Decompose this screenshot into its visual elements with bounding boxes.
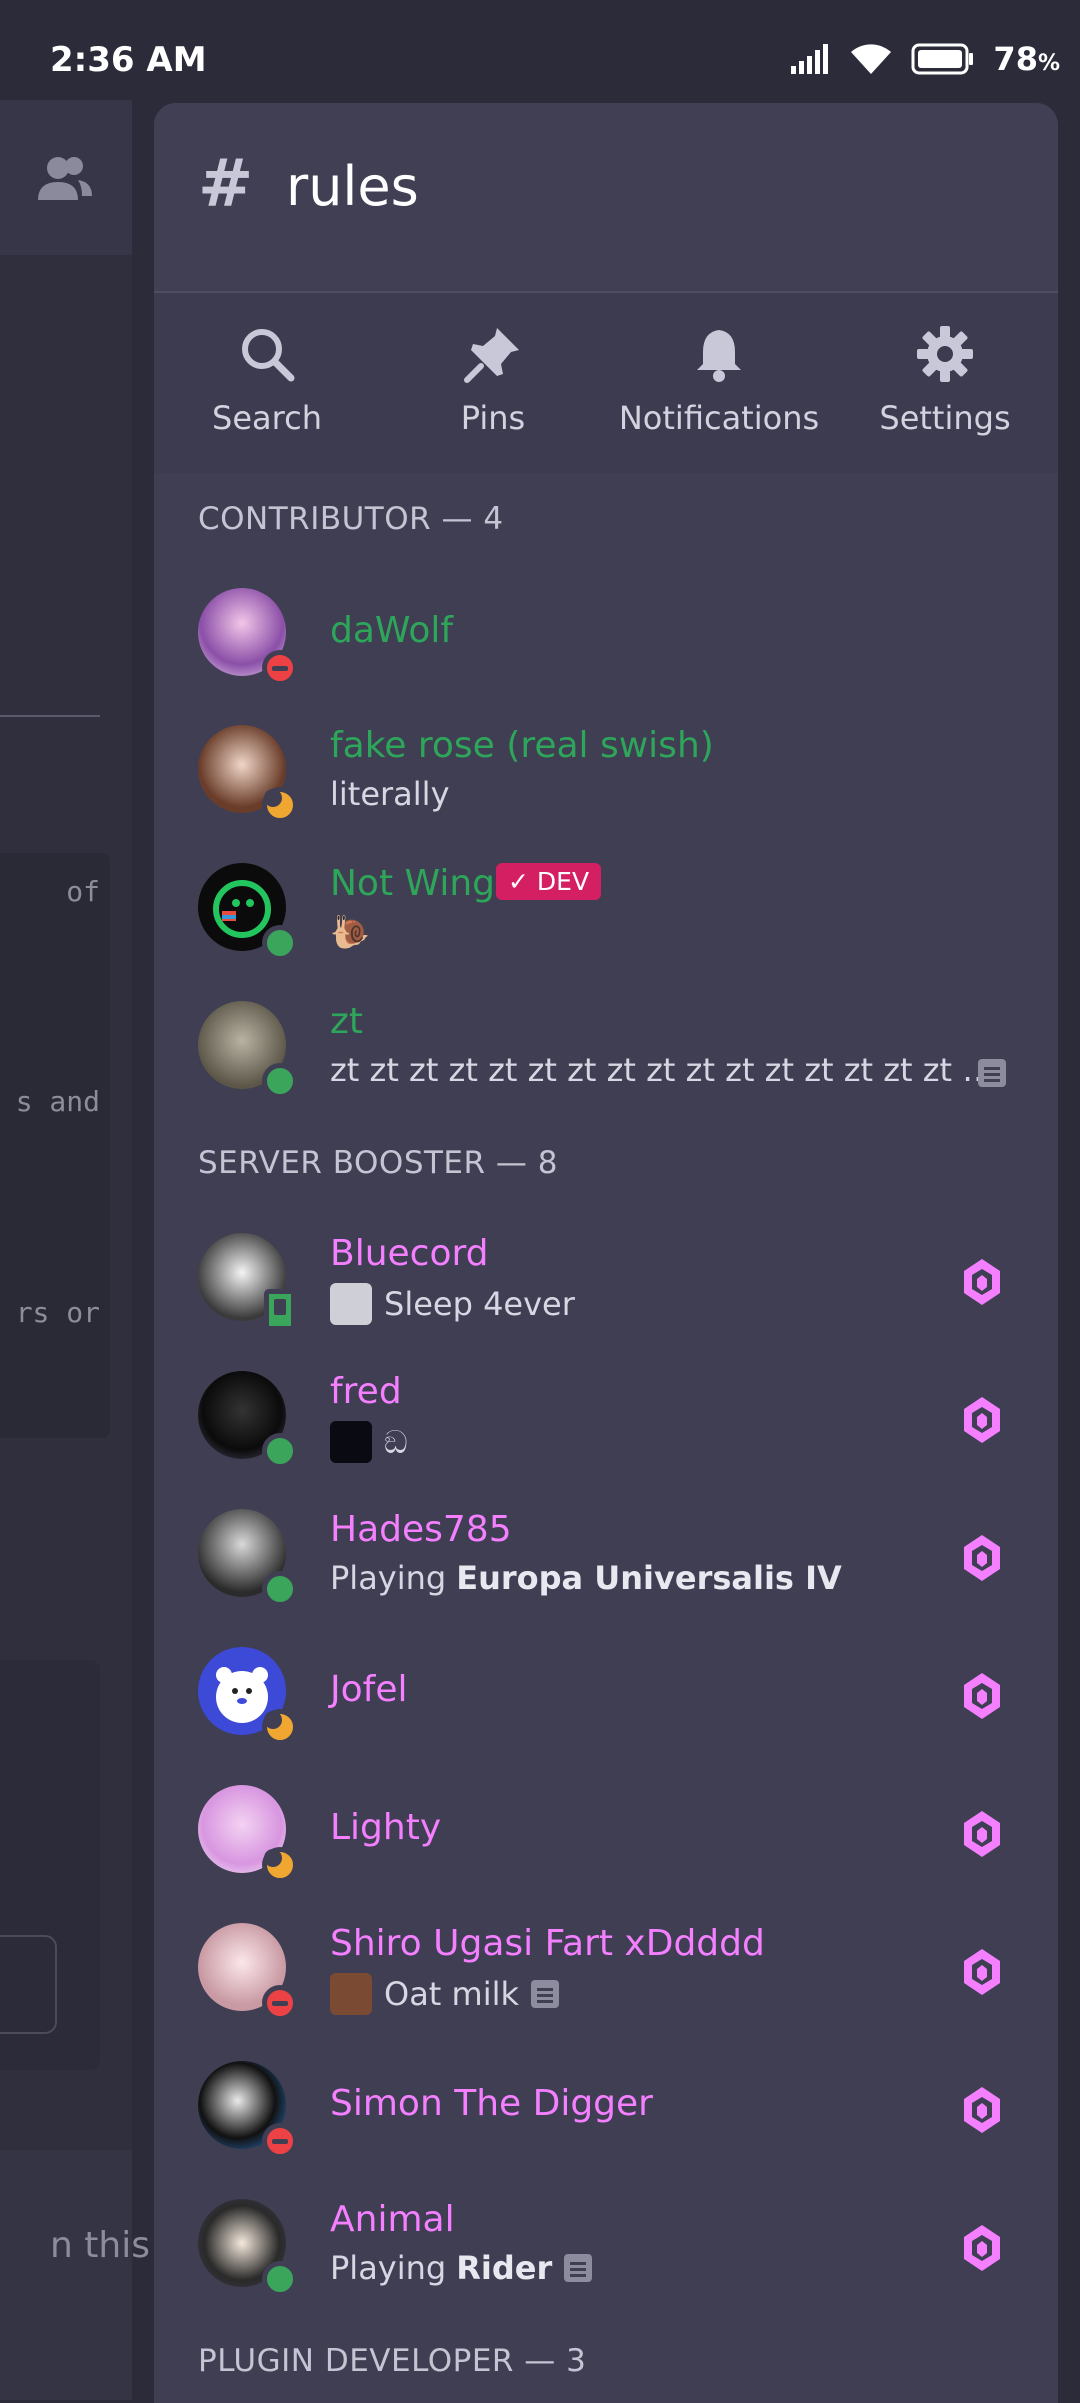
search-button[interactable]: Search <box>154 321 380 437</box>
note-icon <box>564 2254 593 2282</box>
member-row[interactable]: Lighty <box>154 1785 1058 1923</box>
member-activity: Oat milk <box>330 1973 559 2015</box>
search-icon <box>242 329 295 382</box>
gear-icon <box>917 326 973 382</box>
boost-icon <box>964 1397 1000 1443</box>
background-bottom <box>0 2150 132 2400</box>
member-name: Shiro Ugasi Fart xDdddd <box>330 1923 765 1964</box>
member-name: Bluecord <box>330 1233 489 1274</box>
background-code-block: of s and rs or <box>0 853 110 1438</box>
signal-icon <box>791 44 829 74</box>
code-line: rs or <box>15 1296 100 1329</box>
pins-button[interactable]: Pins <box>380 321 606 437</box>
member-row[interactable]: Not Wing ✓ DEV 🐌 <box>154 863 1058 1001</box>
members-icon[interactable] <box>34 150 94 210</box>
section-plugin-developer: PLUGIN DEVELOPER — 3 <box>198 2343 587 2379</box>
note-icon <box>978 1059 1006 1087</box>
notifications-label: Notifications <box>618 399 820 437</box>
member-row[interactable]: Shiro Ugasi Fart xDdddd Oat milk <box>154 1923 1058 2061</box>
search-label: Search <box>212 399 322 437</box>
member-row[interactable]: Hades785 Playing Europa Universalis IV <box>154 1509 1058 1647</box>
member-name: zt <box>330 1001 364 1042</box>
member-row[interactable]: Bluecord Sleep 4ever <box>154 1233 1058 1371</box>
battery-icon <box>911 43 974 75</box>
online-status-icon <box>262 1571 298 1607</box>
pins-label: Pins <box>460 399 526 437</box>
dnd-status-icon <box>262 650 298 686</box>
member-name: fake rose (real swish) <box>330 725 714 766</box>
member-name: fred <box>330 1371 402 1412</box>
member-name: Not Wing <box>330 863 495 904</box>
mobile-status-icon <box>264 1289 296 1331</box>
idle-status-icon <box>262 1709 298 1745</box>
section-server-booster: SERVER BOOSTER — 8 <box>198 1145 558 1181</box>
status-icons: 78% <box>791 40 1060 78</box>
settings-button[interactable]: Settings <box>832 321 1058 437</box>
activity-emoji-icon <box>330 1283 372 1325</box>
member-activity: Sleep 4ever <box>330 1283 575 1325</box>
dnd-status-icon <box>262 1985 298 2021</box>
member-row[interactable]: fake rose (real swish) literally <box>154 725 1058 863</box>
online-status-icon <box>262 1063 298 1099</box>
activity-emoji-icon <box>330 1421 372 1463</box>
member-name: Jofel <box>330 1669 408 1710</box>
boost-icon <box>964 1259 1000 1305</box>
settings-label: Settings <box>879 399 1011 437</box>
member-activity: zt zt zt zt zt zt zt zt zt zt zt zt zt z… <box>330 1051 995 1089</box>
pin-icon <box>464 328 519 383</box>
member-row[interactable]: fred ඞ <box>154 1371 1058 1509</box>
note-icon <box>531 1980 559 2008</box>
online-status-icon <box>262 1433 298 1469</box>
member-row[interactable]: daWolf <box>154 588 1058 726</box>
channel-name: rules <box>286 155 419 218</box>
boost-icon <box>964 2225 1000 2271</box>
idle-status-icon <box>262 1847 298 1883</box>
member-activity: Playing Europa Universalis IV <box>330 1559 842 1597</box>
section-contributor: CONTRIBUTOR — 4 <box>198 501 504 537</box>
code-line: s and <box>15 1085 100 1118</box>
boost-icon <box>964 1535 1000 1581</box>
member-activity: literally <box>330 775 450 813</box>
activity-emoji-icon <box>330 1973 372 2015</box>
member-name: Animal <box>330 2199 455 2240</box>
wifi-icon <box>851 44 892 74</box>
background-card-button[interactable] <box>0 1935 57 2034</box>
boost-icon <box>964 1673 1000 1719</box>
code-line: of <box>66 875 100 908</box>
member-row[interactable]: zt zt zt zt zt zt zt zt zt zt zt zt zt z… <box>154 1001 1058 1139</box>
member-name: Simon The Digger <box>330 2083 653 2124</box>
online-status-icon <box>262 2261 298 2297</box>
background-divider <box>0 715 100 717</box>
boost-icon <box>964 2087 1000 2133</box>
member-row[interactable]: Jofel <box>154 1647 1058 1785</box>
bell-icon <box>697 330 741 382</box>
idle-status-icon <box>262 787 298 823</box>
notifications-button[interactable]: Notifications <box>606 321 832 437</box>
channel-header: # rules <box>154 103 1058 293</box>
member-activity: ඞ <box>330 1421 408 1463</box>
status-time: 2:36 AM <box>50 40 207 80</box>
snail-emoji: 🐌 <box>330 913 370 951</box>
channel-members-drawer: # rules Search Pins Notifications Settin… <box>154 103 1058 2403</box>
dev-badge: ✓ DEV <box>496 863 602 900</box>
member-row[interactable]: Animal Playing Rider <box>154 2199 1058 2337</box>
boost-icon <box>964 1949 1000 1995</box>
dnd-status-icon <box>262 2123 298 2159</box>
member-activity: Playing Rider <box>330 2249 593 2287</box>
online-status-icon <box>262 925 298 961</box>
member-row[interactable]: Simon The Digger <box>154 2061 1058 2199</box>
member-activity: 🐌 <box>330 913 370 951</box>
boost-icon <box>964 1811 1000 1857</box>
channel-toolbar: Search Pins Notifications Settings <box>154 293 1058 473</box>
member-name: Lighty <box>330 1807 442 1848</box>
member-name: Hades785 <box>330 1509 512 1550</box>
channel-hash-icon: # <box>198 145 254 222</box>
background-text: n this <box>50 2225 150 2266</box>
battery-percent: 78% <box>993 40 1060 78</box>
member-name: daWolf <box>330 610 454 651</box>
